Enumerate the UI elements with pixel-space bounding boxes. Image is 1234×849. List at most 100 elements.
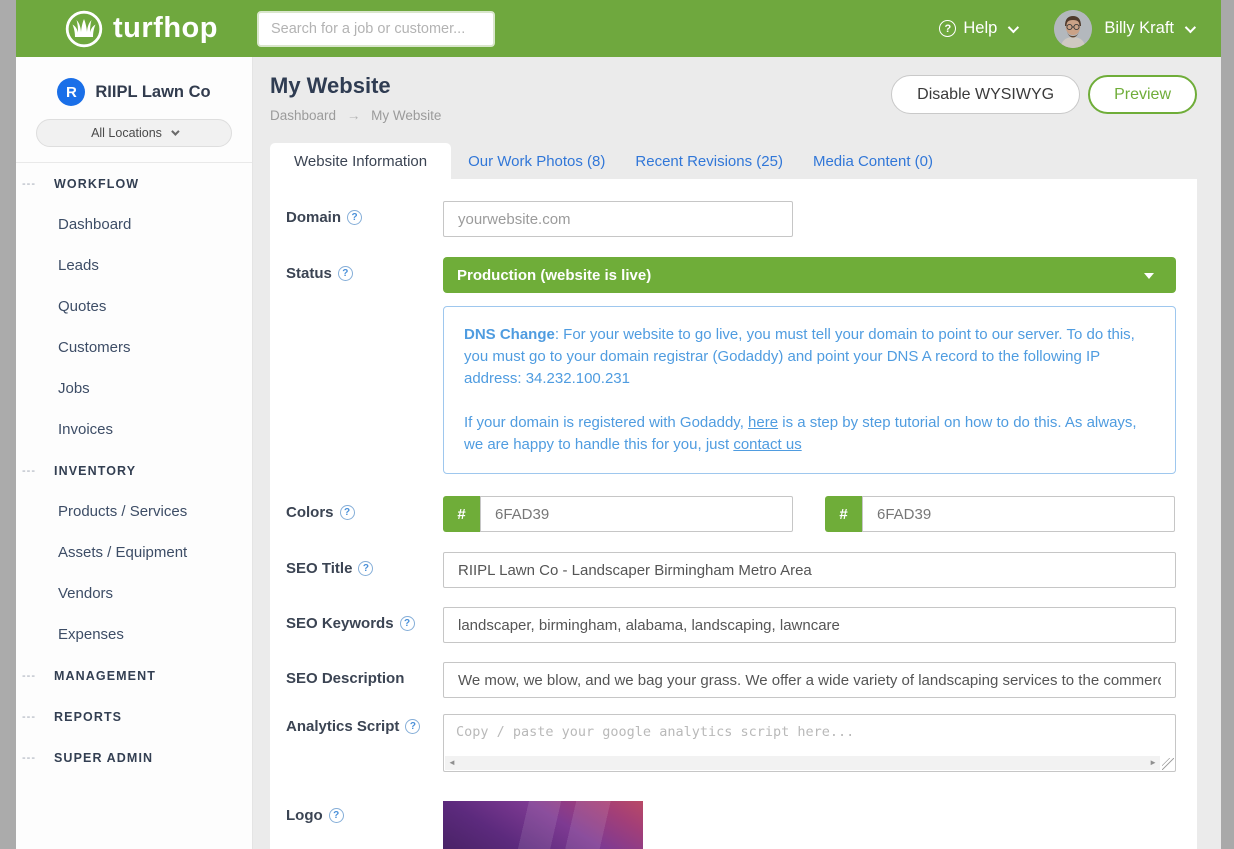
analytics-script-textarea[interactable]: Copy / paste your google analytics scrip…	[443, 714, 1176, 772]
scroll-left-icon[interactable]: ◄	[448, 759, 456, 767]
sidebar-item-invoices[interactable]: Invoices	[16, 409, 252, 450]
tab-our-work-photos[interactable]: Our Work Photos (8)	[453, 143, 620, 179]
tab-media-content[interactable]: Media Content (0)	[798, 143, 948, 179]
dns-notice-title: DNS Change	[464, 326, 555, 343]
sidebar-item-jobs[interactable]: Jobs	[16, 368, 252, 409]
company-logo: R	[57, 78, 85, 106]
company: R RIIPL Lawn Co	[57, 78, 210, 106]
select-caret-icon	[1144, 273, 1154, 279]
sidebar-item-quotes[interactable]: Quotes	[16, 286, 252, 327]
seo-keywords-label: SEO Keywords	[286, 615, 394, 632]
breadcrumb-dashboard[interactable]: Dashboard	[270, 108, 336, 123]
app-window: turfhop ? Help	[16, 0, 1221, 849]
global-search-input[interactable]	[257, 11, 495, 47]
sidebar-section-super-admin[interactable]: --- SUPER ADMIN	[16, 737, 252, 778]
logo-label: Logo	[286, 807, 323, 824]
all-locations-label: All Locations	[91, 126, 162, 140]
seo-title-row: SEO Title ?	[286, 552, 1197, 588]
hash-prefix: #	[443, 496, 480, 532]
section-dashes-icon: ---	[22, 178, 54, 190]
help-label: Help	[963, 19, 997, 38]
resize-grip[interactable]	[1162, 758, 1174, 770]
seo-keywords-input[interactable]	[443, 607, 1176, 643]
status-help-icon[interactable]: ?	[338, 266, 353, 281]
horizontal-scrollbar[interactable]: ◄ ►	[445, 756, 1160, 770]
secondary-color-group: #	[825, 496, 1175, 532]
secondary-color-input[interactable]	[862, 496, 1175, 532]
help-menu[interactable]: ? Help	[939, 19, 1016, 38]
domain-input[interactable]	[443, 201, 793, 237]
brand-name: turfhop	[113, 12, 218, 45]
tab-bar: Website Information Our Work Photos (8) …	[270, 143, 1197, 179]
disable-wysiwyg-button[interactable]: Disable WYSIWYG	[891, 75, 1080, 114]
scroll-right-icon[interactable]: ►	[1149, 759, 1157, 767]
logo-help-icon[interactable]: ?	[329, 808, 344, 823]
godaddy-tutorial-link[interactable]: here	[748, 414, 778, 431]
global-search	[257, 11, 495, 47]
contact-us-link[interactable]: contact us	[733, 436, 801, 453]
sidebar-section-management[interactable]: --- MANAGEMENT	[16, 655, 252, 696]
status-row: Status ? Production (website is live)	[286, 257, 1197, 293]
tab-recent-revisions[interactable]: Recent Revisions (25)	[620, 143, 798, 179]
window-edge-right	[1221, 0, 1234, 849]
section-dashes-icon: ---	[22, 752, 54, 764]
seo-title-label: SEO Title	[286, 560, 352, 577]
dns-change-notice: DNS Change: For your website to go live,…	[443, 306, 1176, 474]
seo-title-help-icon[interactable]: ?	[358, 561, 373, 576]
website-information-panel: Domain ? Status ? Production (website i	[270, 179, 1197, 849]
sidebar-item-leads[interactable]: Leads	[16, 245, 252, 286]
colors-help-icon[interactable]: ?	[340, 505, 355, 520]
analytics-help-icon[interactable]: ?	[405, 719, 420, 734]
tab-website-information[interactable]: Website Information	[270, 143, 451, 179]
sidebar-item-expenses[interactable]: Expenses	[16, 614, 252, 655]
breadcrumb-arrow-icon: →	[347, 108, 361, 123]
window-edge-left	[0, 0, 16, 849]
user-menu[interactable]: Billy Kraft	[1054, 10, 1193, 48]
preview-button[interactable]: Preview	[1088, 75, 1197, 114]
section-dashes-icon: ---	[22, 670, 54, 682]
hash-prefix: #	[825, 496, 862, 532]
analytics-placeholder: Copy / paste your google analytics scrip…	[444, 715, 1175, 749]
company-name: RIIPL Lawn Co	[95, 83, 210, 102]
colors-row: Colors ? # #	[286, 496, 1197, 532]
status-selected-value: Production (website is live)	[457, 267, 651, 284]
all-locations-selector[interactable]: All Locations	[36, 119, 232, 147]
logo-row: Logo ?	[286, 801, 1197, 849]
user-avatar	[1054, 10, 1092, 48]
sidebar-nav: --- WORKFLOW Dashboard Leads Quotes Cust…	[16, 163, 252, 778]
section-dashes-icon: ---	[22, 465, 54, 477]
sidebar-item-products-services[interactable]: Products / Services	[16, 491, 252, 532]
sidebar-section-workflow[interactable]: --- WORKFLOW	[16, 163, 252, 204]
dns-notice-row: DNS Change: For your website to go live,…	[286, 313, 1197, 474]
breadcrumb: Dashboard → My Website	[270, 108, 441, 123]
sidebar-section-reports[interactable]: --- REPORTS	[16, 696, 252, 737]
seo-description-label: SEO Description	[286, 670, 404, 687]
domain-label: Domain	[286, 209, 341, 226]
grass-logo-icon	[64, 9, 104, 49]
sidebar-item-customers[interactable]: Customers	[16, 327, 252, 368]
seo-description-row: SEO Description	[286, 662, 1197, 698]
seo-keywords-row: SEO Keywords ?	[286, 607, 1197, 643]
brand-logo[interactable]: turfhop	[64, 9, 254, 49]
status-label: Status	[286, 265, 332, 282]
top-bar: turfhop ? Help	[16, 0, 1221, 57]
chevron-down-icon	[1185, 21, 1196, 32]
domain-row: Domain ?	[286, 201, 1197, 237]
sidebar-item-dashboard[interactable]: Dashboard	[16, 204, 252, 245]
chevron-down-icon	[1008, 21, 1019, 32]
primary-color-input[interactable]	[480, 496, 793, 532]
domain-help-icon[interactable]: ?	[347, 210, 362, 225]
seo-keywords-help-icon[interactable]: ?	[400, 616, 415, 631]
seo-description-input[interactable]	[443, 662, 1176, 698]
page-title: My Website	[270, 73, 441, 99]
status-select[interactable]: Production (website is live)	[443, 257, 1176, 293]
analytics-script-row: Analytics Script ? Copy / paste your goo…	[286, 714, 1197, 772]
sidebar-item-vendors[interactable]: Vendors	[16, 573, 252, 614]
sidebar-item-assets-equipment[interactable]: Assets / Equipment	[16, 532, 252, 573]
section-dashes-icon: ---	[22, 711, 54, 723]
sidebar-section-inventory[interactable]: --- INVENTORY	[16, 450, 252, 491]
seo-title-input[interactable]	[443, 552, 1176, 588]
logo-preview-image	[443, 801, 643, 849]
main-content: My Website Dashboard → My Website Disabl…	[253, 57, 1221, 849]
colors-label: Colors	[286, 504, 334, 521]
